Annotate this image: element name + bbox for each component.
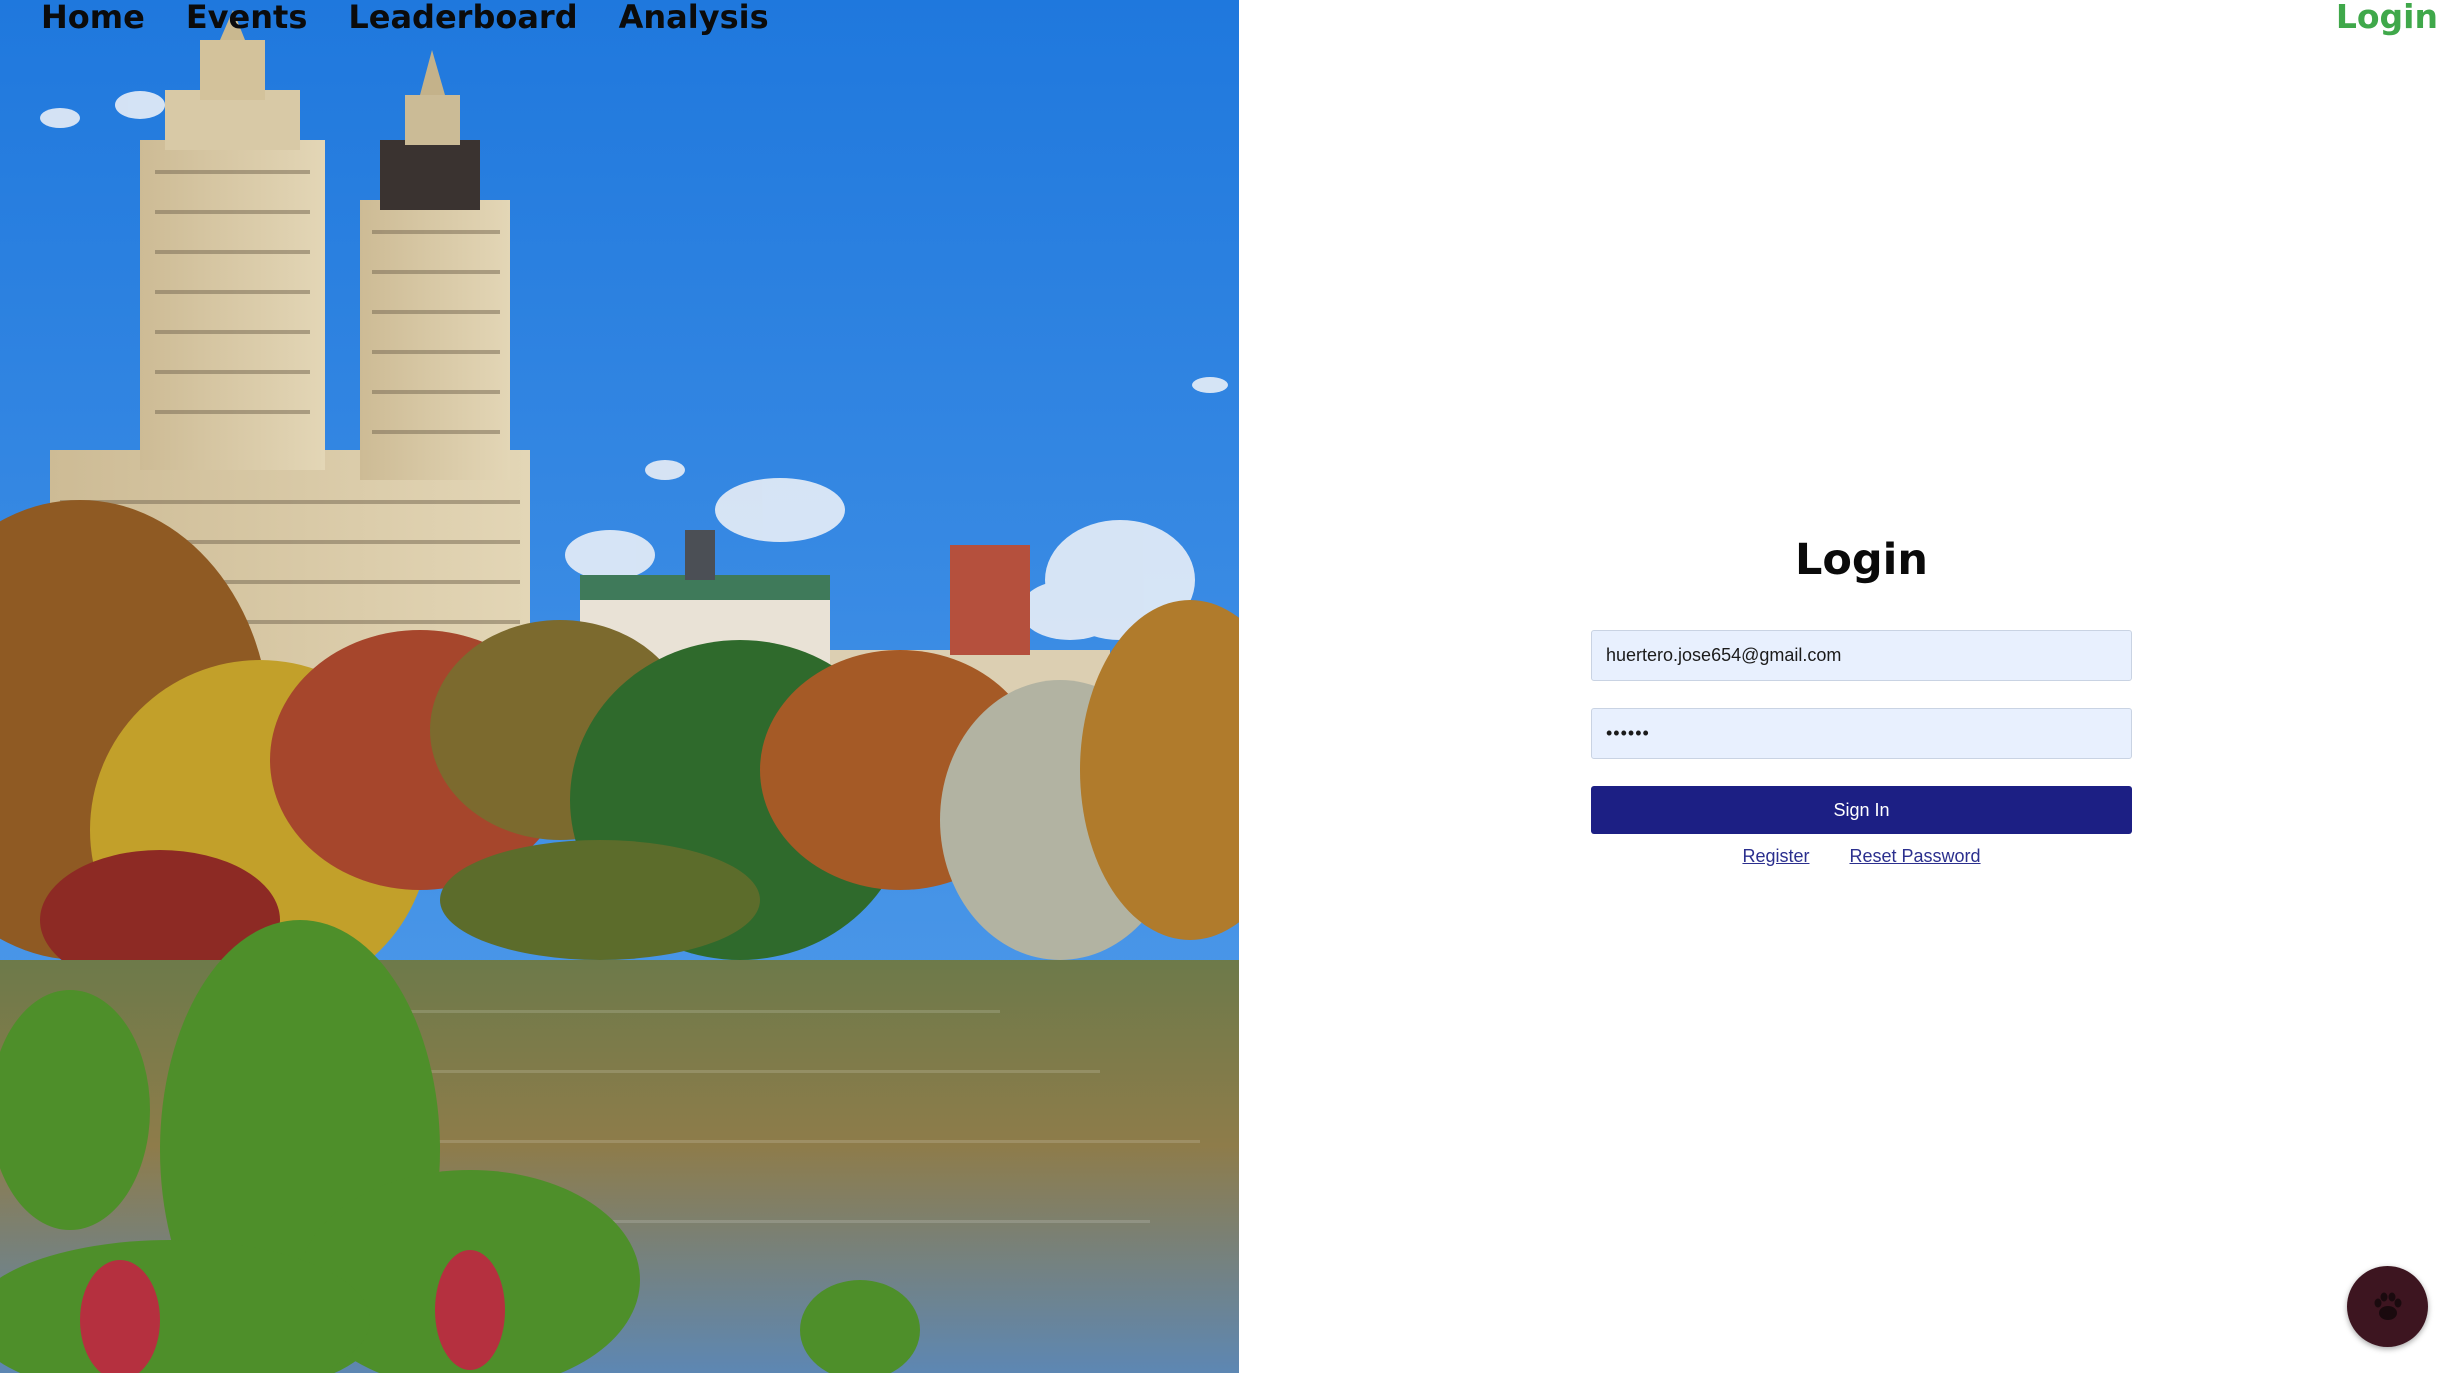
chat-button[interactable] <box>2347 1266 2428 1347</box>
hero-photo <box>0 0 1239 1373</box>
hero-photo-illustration <box>0 0 1239 1373</box>
top-nav: Home Events Leaderboard Analysis <box>41 0 769 34</box>
nav-login-link[interactable]: Login <box>2336 0 2438 34</box>
email-input[interactable] <box>1591 630 2132 681</box>
login-form: Login Sign In Register Reset Password <box>1591 530 2132 867</box>
login-page: Home Events Leaderboard Analysis Login L… <box>0 0 2446 1373</box>
register-link[interactable]: Register <box>1742 846 1809 867</box>
login-title: Login <box>1794 535 1929 585</box>
reset-password-link[interactable]: Reset Password <box>1849 846 1980 867</box>
password-input[interactable] <box>1591 708 2132 759</box>
nav-events-link[interactable]: Events <box>186 0 308 34</box>
sign-in-button[interactable]: Sign In <box>1591 786 2132 834</box>
nav-home-link[interactable]: Home <box>41 0 145 34</box>
nav-analysis-link[interactable]: Analysis <box>619 0 769 34</box>
paw-icon <box>2374 1292 2401 1320</box>
form-links: Register Reset Password <box>1591 846 2132 867</box>
nav-leaderboard-link[interactable]: Leaderboard <box>348 0 577 34</box>
